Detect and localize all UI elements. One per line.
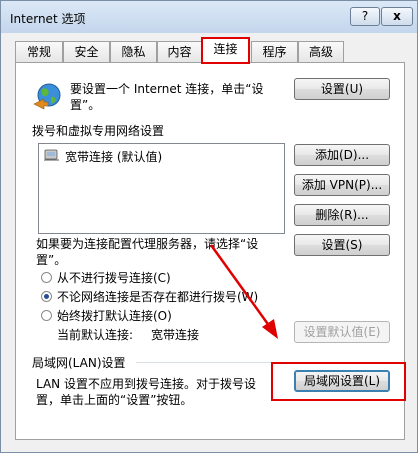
radio-always-dial-label[interactable]: 始终拨打默认连接(O) bbox=[57, 307, 172, 324]
proxy-text-line2: 置”。 bbox=[36, 253, 67, 267]
close-button[interactable]: x bbox=[381, 7, 413, 26]
internet-options-dialog: Internet 选项 ? x 常规 安全 隐私 内容 连接 程序 高级 要设置… bbox=[0, 0, 418, 453]
current-default-label: 当前默认连接: bbox=[57, 328, 134, 342]
title-bar: Internet 选项 ? x bbox=[1, 1, 417, 33]
radio-never-dial[interactable] bbox=[41, 272, 52, 283]
setup-button[interactable]: 设置(U) bbox=[294, 78, 390, 100]
help-button[interactable]: ? bbox=[350, 7, 380, 26]
proxy-settings-button[interactable]: 设置(S) bbox=[294, 234, 390, 256]
globe-network-icon bbox=[32, 80, 64, 112]
tab-advanced[interactable]: 高级 bbox=[298, 41, 344, 62]
lan-settings-button[interactable]: 局域网设置(L) bbox=[294, 370, 390, 392]
window-title: Internet 选项 bbox=[10, 12, 86, 26]
radio-always-dial[interactable] bbox=[41, 310, 52, 321]
lan-text-line1: LAN 设置不应用到拨号连接。对于拨号设 bbox=[36, 377, 256, 391]
setup-text-line2: 置”。 bbox=[70, 98, 101, 112]
tab-security[interactable]: 安全 bbox=[63, 41, 110, 62]
current-default-value: 宽带连接 bbox=[151, 328, 200, 342]
tab-general[interactable]: 常规 bbox=[15, 41, 63, 62]
connections-panel: 要设置一个 Internet 连接，单击“设 置”。 设置(U) 拨号和虚拟专用… bbox=[15, 62, 406, 440]
tab-programs[interactable]: 程序 bbox=[251, 41, 298, 62]
connections-list[interactable]: 宽带连接 (默认值) bbox=[38, 143, 285, 234]
annotation-arrow bbox=[206, 243, 286, 343]
tab-connections[interactable]: 连接 bbox=[201, 37, 250, 64]
list-item[interactable]: 宽带连接 (默认值) bbox=[65, 148, 162, 165]
tab-content[interactable]: 内容 bbox=[157, 41, 202, 62]
lan-text-line2: 置，单击上面的“设置”按钮。 bbox=[36, 393, 193, 407]
radio-dial-whenever[interactable] bbox=[41, 291, 52, 302]
add-vpn-button[interactable]: 添加 VPN(P)... bbox=[294, 174, 390, 196]
dialup-heading: 拨号和虚拟专用网络设置 bbox=[32, 124, 165, 138]
set-default-button[interactable]: 设置默认值(E) bbox=[294, 321, 390, 343]
radio-never-dial-label[interactable]: 从不进行拨号连接(C) bbox=[57, 269, 171, 286]
tab-privacy[interactable]: 隐私 bbox=[110, 41, 157, 62]
setup-text-line1: 要设置一个 Internet 连接，单击“设 bbox=[70, 82, 264, 96]
broadband-connection-icon bbox=[43, 147, 61, 163]
remove-button[interactable]: 删除(R)... bbox=[294, 204, 390, 226]
lan-heading: 局域网(LAN)设置 bbox=[32, 356, 126, 370]
add-button[interactable]: 添加(D)... bbox=[294, 144, 390, 166]
